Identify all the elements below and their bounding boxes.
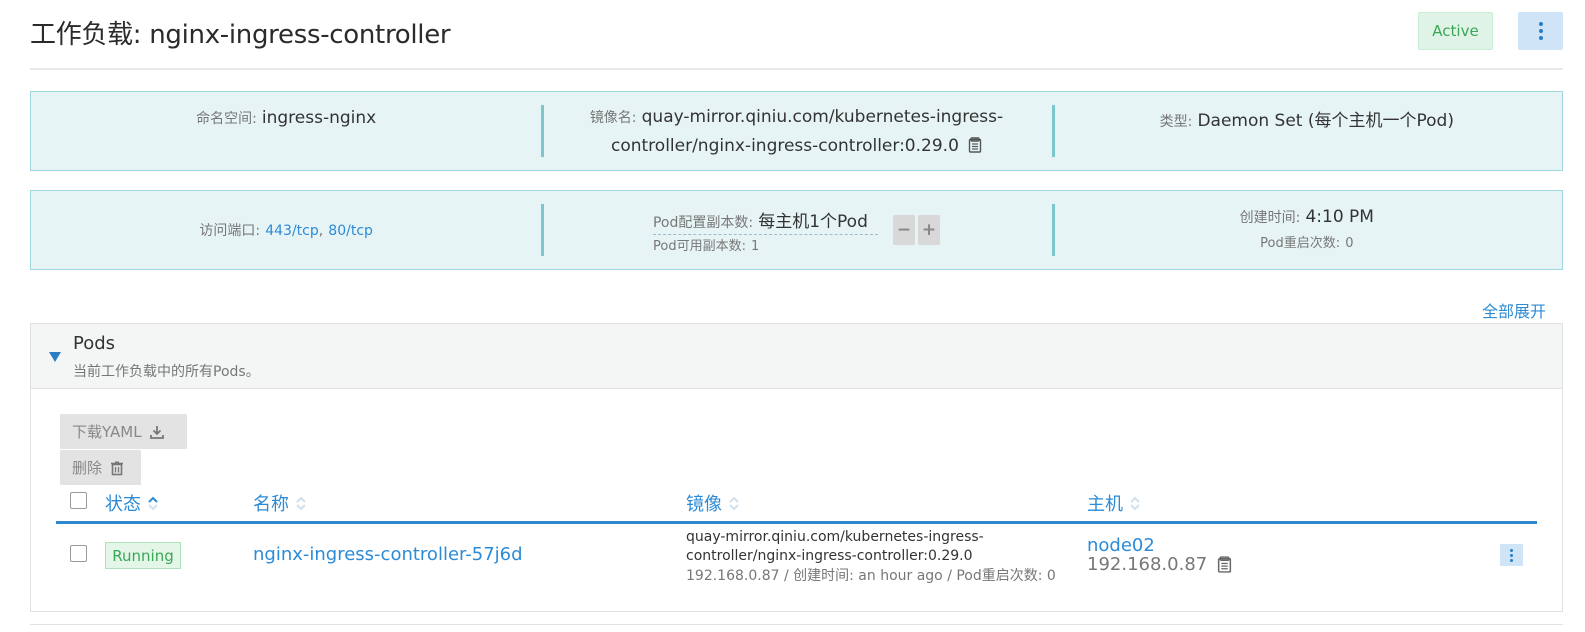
ports-label: 访问端口: [199,223,261,239]
download-yaml-button[interactable]: 下载YAML [60,414,187,449]
column-header-image[interactable]: 镜像 [686,490,740,516]
pods-section: Pods 当前工作负载中的所有Pods。 下载YAML 删除 状态 名称 镜像 … [30,323,1563,612]
pod-name-link[interactable]: nginx-ingress-controller-57j6d [253,544,523,565]
replica-label: Pod配置副本数: [652,214,754,231]
replica-value: 每主机1个Pod [758,211,868,232]
workload-info-row-2: 访问端口: 443/tcp, 80/tcp Pod配置副本数: 每主机1个Pod… [30,190,1563,270]
port-link-80[interactable]: 80/tcp [328,223,373,239]
status-badge: Active [1418,12,1493,50]
image-header-label: 镜像 [686,494,722,515]
delete-button[interactable]: 删除 [60,450,141,485]
row-actions-button[interactable] [1500,544,1523,566]
kebab-icon [1510,548,1513,562]
node-ip-value: 192.168.0.87 [1087,554,1208,575]
trash-icon [111,461,124,475]
sort-icon [1130,496,1140,511]
table-header-divider [56,521,1537,524]
pod-meta: 192.168.0.87 / 创建时间: an hour ago / Pod重启… [686,568,1056,584]
sort-asc-icon [148,496,158,511]
restart-label: Pod重启次数: [1260,235,1341,251]
type-label: 类型: [1159,113,1193,130]
namespace-value: ingress-nginx [261,108,377,128]
pod-image-line1: quay-mirror.qiniu.com/kubernetes-ingress… [686,529,984,545]
status-header-label: 状态 [105,494,141,515]
pods-title: Pods [73,333,116,354]
more-actions-button[interactable] [1518,12,1563,50]
node-header-label: 主机 [1087,494,1123,515]
bottom-divider [30,624,1563,625]
image-info: 镜像名: quay-mirror.qiniu.com/kubernetes-in… [541,92,1051,170]
type-value: Daemon Set (每个主机一个Pod) [1197,110,1454,131]
pods-section-header[interactable]: Pods 当前工作负载中的所有Pods。 [31,324,1562,389]
collapse-triangle-icon[interactable] [49,352,61,362]
node-link[interactable]: node02 [1087,535,1155,556]
decrease-replica-button[interactable]: − [892,215,915,245]
ports-info: 访问端口: 443/tcp, 80/tcp [31,191,541,269]
available-label: Pod可用副本数: [652,238,746,254]
increase-replica-button[interactable]: + [917,215,940,245]
restart-value: 0 [1345,235,1354,251]
column-header-node[interactable]: 主机 [1087,490,1141,516]
workload-info-row-1: 命名空间: ingress-nginx 镜像名: quay-mirror.qin… [30,91,1563,171]
sort-icon [296,496,306,511]
image-value-line2: controller/nginx-ingress-controller:0.29… [610,135,959,156]
type-info: 类型: Daemon Set (每个主机一个Pod) [1051,92,1562,170]
namespace-info: 命名空间: ingress-nginx [31,92,541,170]
created-label: 创建时间: [1239,209,1301,226]
sort-icon [729,496,739,511]
name-header-label: 名称 [253,494,289,515]
image-value-line1: quay-mirror.qiniu.com/kubernetes-ingress… [641,106,1004,127]
port-link-443[interactable]: 443/tcp [265,223,319,239]
available-value: 1 [751,238,760,254]
ports-separator: , [318,223,324,239]
column-header-name[interactable]: 名称 [253,490,307,516]
replica-config: Pod配置副本数: 每主机1个Pod [652,207,878,235]
delete-label: 删除 [72,459,103,477]
node-ip: 192.168.0.87 [1087,554,1232,575]
row-checkbox[interactable] [70,545,87,562]
created-value: 4:10 PM [1305,206,1374,227]
created-info: 创建时间: 4:10 PM Pod重启次数: 0 [1051,191,1562,269]
pod-image: quay-mirror.qiniu.com/kubernetes-ingress… [686,528,1076,566]
kebab-icon [1538,22,1543,40]
page-title: 工作负载: nginx-ingress-controller [30,20,451,50]
download-icon [149,425,164,439]
pods-description: 当前工作负载中的所有Pods。 [73,364,260,380]
namespace-label: 命名空间: [196,111,257,127]
pod-image-line2: controller/nginx-ingress-controller:0.29… [686,548,973,564]
image-label: 镜像名: [589,109,637,126]
header-divider [30,68,1563,70]
expand-all-link[interactable]: 全部展开 [1482,298,1546,322]
select-all-checkbox[interactable] [70,492,87,509]
download-yaml-label: 下载YAML [72,423,142,441]
pod-status-badge: Running [105,542,181,569]
column-header-status[interactable]: 状态 [105,490,159,516]
copy-icon[interactable] [968,134,982,153]
replica-info: Pod配置副本数: 每主机1个Pod Pod可用副本数: 1 − + [541,191,1051,269]
copy-icon[interactable] [1217,556,1232,573]
